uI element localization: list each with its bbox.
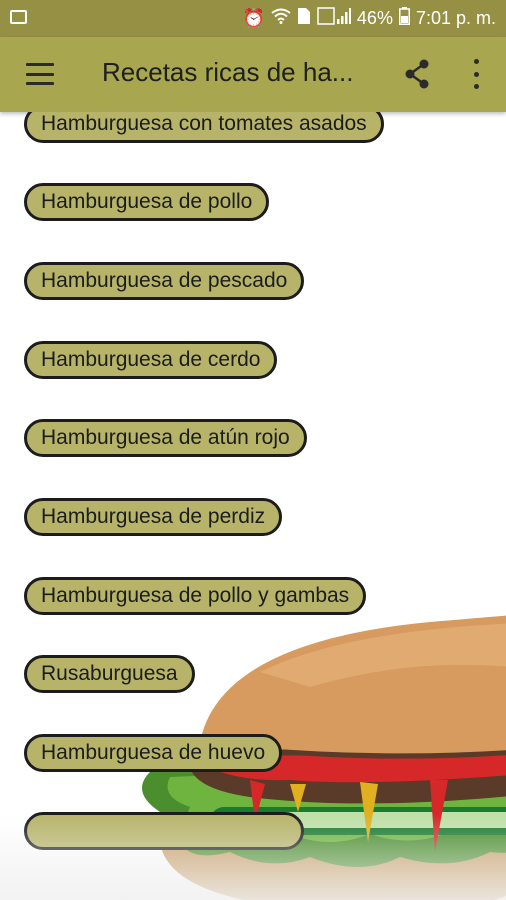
recipe-item[interactable]: Hamburguesa de atún rojo: [24, 419, 307, 457]
more-vert-icon[interactable]: [466, 59, 486, 89]
recipe-item[interactable]: Hamburguesa de pollo: [24, 183, 270, 221]
status-time: 7:01 p. m.: [415, 8, 496, 28]
recipe-item[interactable]: Hamburguesa de perdiz: [24, 498, 283, 536]
share-icon[interactable]: [400, 57, 434, 91]
recipe-item[interactable]: Hamburguesa de huevo: [24, 734, 283, 772]
recipe-list: Hamburguesa con tomates asados Hamburgue…: [0, 112, 506, 900]
status-right: ⏰ 46% 7:01 p. m.: [242, 0, 496, 37]
alarm-icon: ⏰: [242, 8, 265, 28]
recipe-item[interactable]: Hamburguesa de pescado: [24, 262, 305, 300]
sim-icon: [297, 7, 311, 30]
bottom-shade: [0, 814, 506, 900]
menu-icon[interactable]: [26, 63, 54, 85]
app-title: Recetas ricas de ha...: [102, 57, 354, 87]
recipe-item[interactable]: Rusaburguesa: [24, 655, 195, 693]
app-bar: Recetas ricas de ha...: [0, 37, 506, 112]
battery-percent: 46%: [356, 8, 393, 28]
status-bar: ⏰ 46% 7:01 p. m.: [0, 0, 506, 37]
signal-icon: [317, 7, 351, 30]
battery-icon: [398, 7, 410, 30]
wifi-icon: [271, 8, 291, 29]
recipe-item[interactable]: Hamburguesa de cerdo: [24, 341, 278, 379]
recipe-item[interactable]: Hamburguesa de pollo y gambas: [24, 577, 367, 615]
gallery-icon: [10, 10, 27, 24]
recipe-item[interactable]: Hamburguesa con tomates asados: [24, 112, 384, 143]
